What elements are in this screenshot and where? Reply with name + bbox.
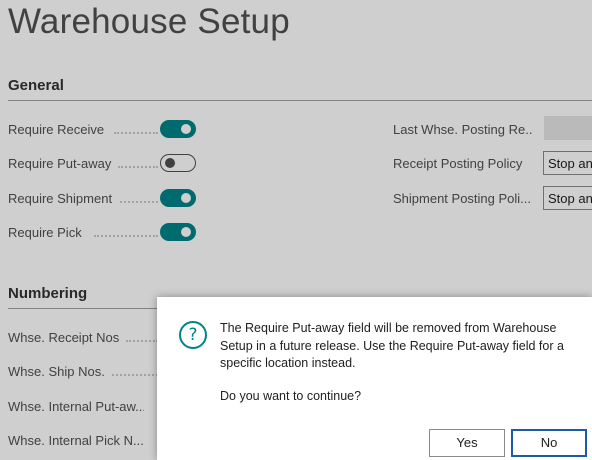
- no-button[interactable]: No: [511, 429, 587, 457]
- yes-button[interactable]: Yes: [429, 429, 505, 457]
- confirm-dialog: ? The Require Put-away field will be rem…: [157, 297, 592, 460]
- dialog-question: Do you want to continue?: [220, 389, 362, 403]
- question-circle-icon: ?: [179, 321, 207, 349]
- dialog-message: The Require Put-away field will be remov…: [220, 321, 564, 370]
